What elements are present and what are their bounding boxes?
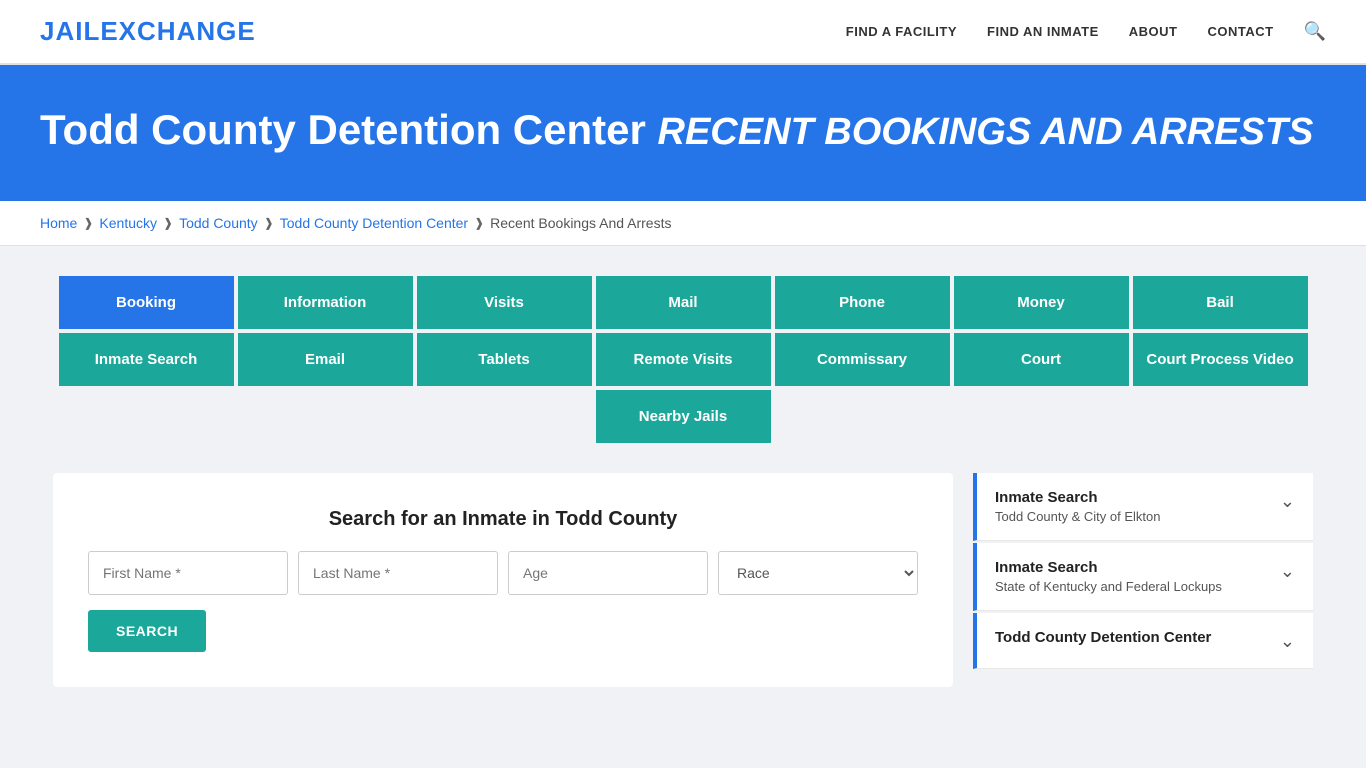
nav-find-inmate[interactable]: FIND AN INMATE [987,24,1099,39]
button-row-2: Inmate Search Email Tablets Remote Visit… [53,333,1313,386]
chevron-down-icon-1: ⌄ [1280,491,1295,512]
age-input[interactable] [508,551,708,595]
sidebar-item-2-title: Inmate Search [995,559,1222,576]
btn-inmate-search[interactable]: Inmate Search [59,333,234,386]
last-name-input[interactable] [298,551,498,595]
search-icon[interactable]: 🔍 [1304,21,1326,42]
btn-court-process-video[interactable]: Court Process Video [1133,333,1308,386]
btn-email[interactable]: Email [238,333,413,386]
race-select[interactable]: Race White Black Hispanic Asian Other [718,551,918,595]
sidebar-item-1-subtitle: Todd County & City of Elkton [995,509,1160,524]
nav-about[interactable]: ABOUT [1129,24,1178,39]
sidebar-item-3-text: Todd County Detention Center [995,629,1211,649]
logo-exchange: EXCHANGE [100,16,255,46]
breadcrumb: Home ❱ Kentucky ❱ Todd County ❱ Todd Cou… [0,201,1366,246]
chevron-down-icon-2: ⌄ [1280,561,1295,582]
btn-nearby-jails[interactable]: Nearby Jails [596,390,771,443]
breadcrumb-detention-center[interactable]: Todd County Detention Center [280,215,468,231]
main-content: Booking Information Visits Mail Phone Mo… [33,246,1333,717]
breadcrumb-sep-3: ❱ [264,216,274,230]
breadcrumb-todd-county[interactable]: Todd County [179,215,258,231]
sidebar-item-1-text: Inmate Search Todd County & City of Elkt… [995,489,1160,524]
sidebar-item-3[interactable]: Todd County Detention Center ⌄ [973,613,1313,669]
header: JAILEXCHANGE FIND A FACILITY FIND AN INM… [0,0,1366,65]
main-nav: FIND A FACILITY FIND AN INMATE ABOUT CON… [846,21,1326,42]
btn-visits[interactable]: Visits [417,276,592,329]
logo-jail: JAIL [40,16,100,46]
btn-information[interactable]: Information [238,276,413,329]
chevron-down-icon-3: ⌄ [1280,631,1295,652]
sidebar-item-1-title: Inmate Search [995,489,1160,506]
sidebar-item-2-subtitle: State of Kentucky and Federal Lockups [995,579,1222,594]
lower-section: Search for an Inmate in Todd County Race… [53,473,1313,687]
sidebar-item-2-text: Inmate Search State of Kentucky and Fede… [995,559,1222,594]
first-name-input[interactable] [88,551,288,595]
sidebar-item-3-title: Todd County Detention Center [995,629,1211,646]
form-fields: Race White Black Hispanic Asian Other [88,551,918,595]
search-form-container: Search for an Inmate in Todd County Race… [53,473,953,687]
button-row-3: Nearby Jails [53,390,1313,443]
btn-phone[interactable]: Phone [775,276,950,329]
hero-section: Todd County Detention Center RECENT BOOK… [0,65,1366,201]
logo[interactable]: JAILEXCHANGE [40,16,256,47]
nav-contact[interactable]: CONTACT [1207,24,1273,39]
breadcrumb-sep-1: ❱ [83,216,93,230]
btn-booking[interactable]: Booking [59,276,234,329]
sidebar-item-2[interactable]: Inmate Search State of Kentucky and Fede… [973,543,1313,611]
breadcrumb-sep-4: ❱ [474,216,484,230]
button-grid: Booking Information Visits Mail Phone Mo… [53,276,1313,443]
breadcrumb-home[interactable]: Home [40,215,77,231]
breadcrumb-sep-2: ❱ [163,216,173,230]
btn-mail[interactable]: Mail [596,276,771,329]
breadcrumb-current: Recent Bookings And Arrests [490,215,671,231]
button-row-1: Booking Information Visits Mail Phone Mo… [53,276,1313,329]
btn-remote-visits[interactable]: Remote Visits [596,333,771,386]
search-button[interactable]: SEARCH [88,610,206,652]
btn-money[interactable]: Money [954,276,1129,329]
btn-bail[interactable]: Bail [1133,276,1308,329]
nav-find-facility[interactable]: FIND A FACILITY [846,24,957,39]
search-form-title: Search for an Inmate in Todd County [88,508,918,531]
sidebar: Inmate Search Todd County & City of Elkt… [973,473,1313,669]
btn-commissary[interactable]: Commissary [775,333,950,386]
hero-title: Todd County Detention Center RECENT BOOK… [40,105,1326,156]
btn-tablets[interactable]: Tablets [417,333,592,386]
breadcrumb-kentucky[interactable]: Kentucky [99,215,157,231]
sidebar-item-1[interactable]: Inmate Search Todd County & City of Elkt… [973,473,1313,541]
btn-court[interactable]: Court [954,333,1129,386]
